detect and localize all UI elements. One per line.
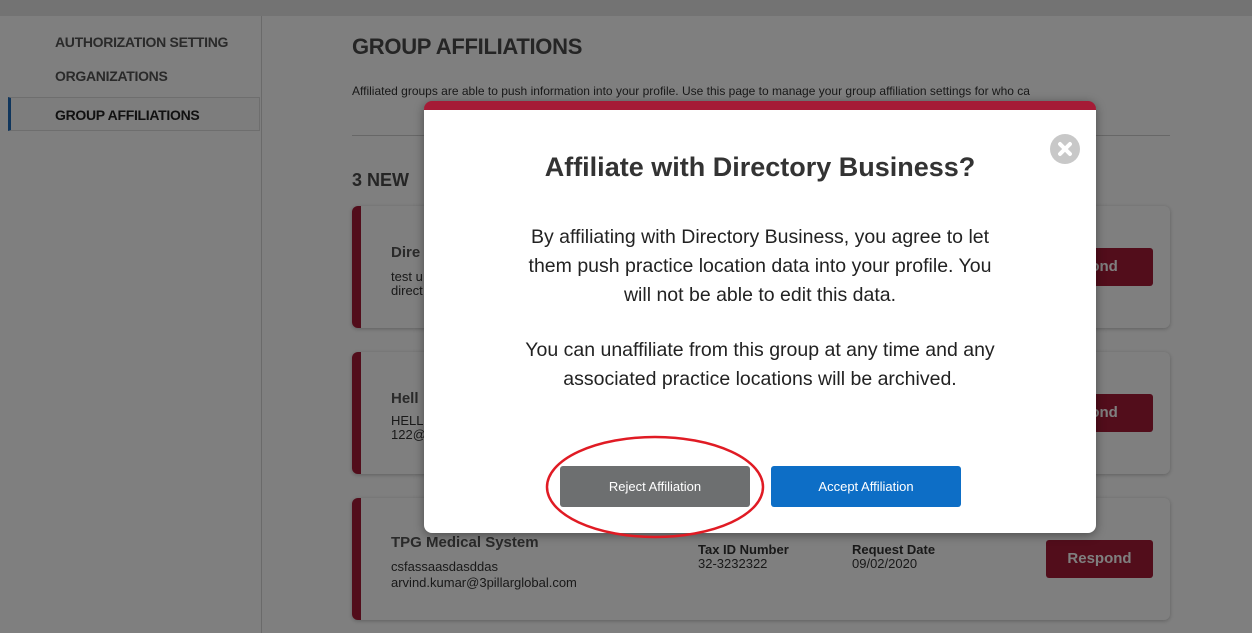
- modal-text-line: them push practice location data into yo…: [528, 255, 992, 277]
- modal-paragraph-2: You can unaffiliate from this group at a…: [464, 336, 1056, 394]
- modal-paragraph-1: By affiliating with Directory Business, …: [464, 223, 1056, 310]
- accept-affiliation-button[interactable]: Accept Affiliation: [771, 466, 961, 507]
- modal-text-line: By affiliating with Directory Business, …: [530, 226, 990, 248]
- modal-text-line: associated practice locations will be ar…: [563, 368, 957, 390]
- modal-text-line: will not be able to edit this data.: [623, 284, 897, 306]
- modal-text-line: You can unaffiliate from this group at a…: [525, 339, 995, 361]
- annotation-circle: [545, 435, 765, 539]
- modal-title: Affiliate with Directory Business?: [544, 152, 976, 182]
